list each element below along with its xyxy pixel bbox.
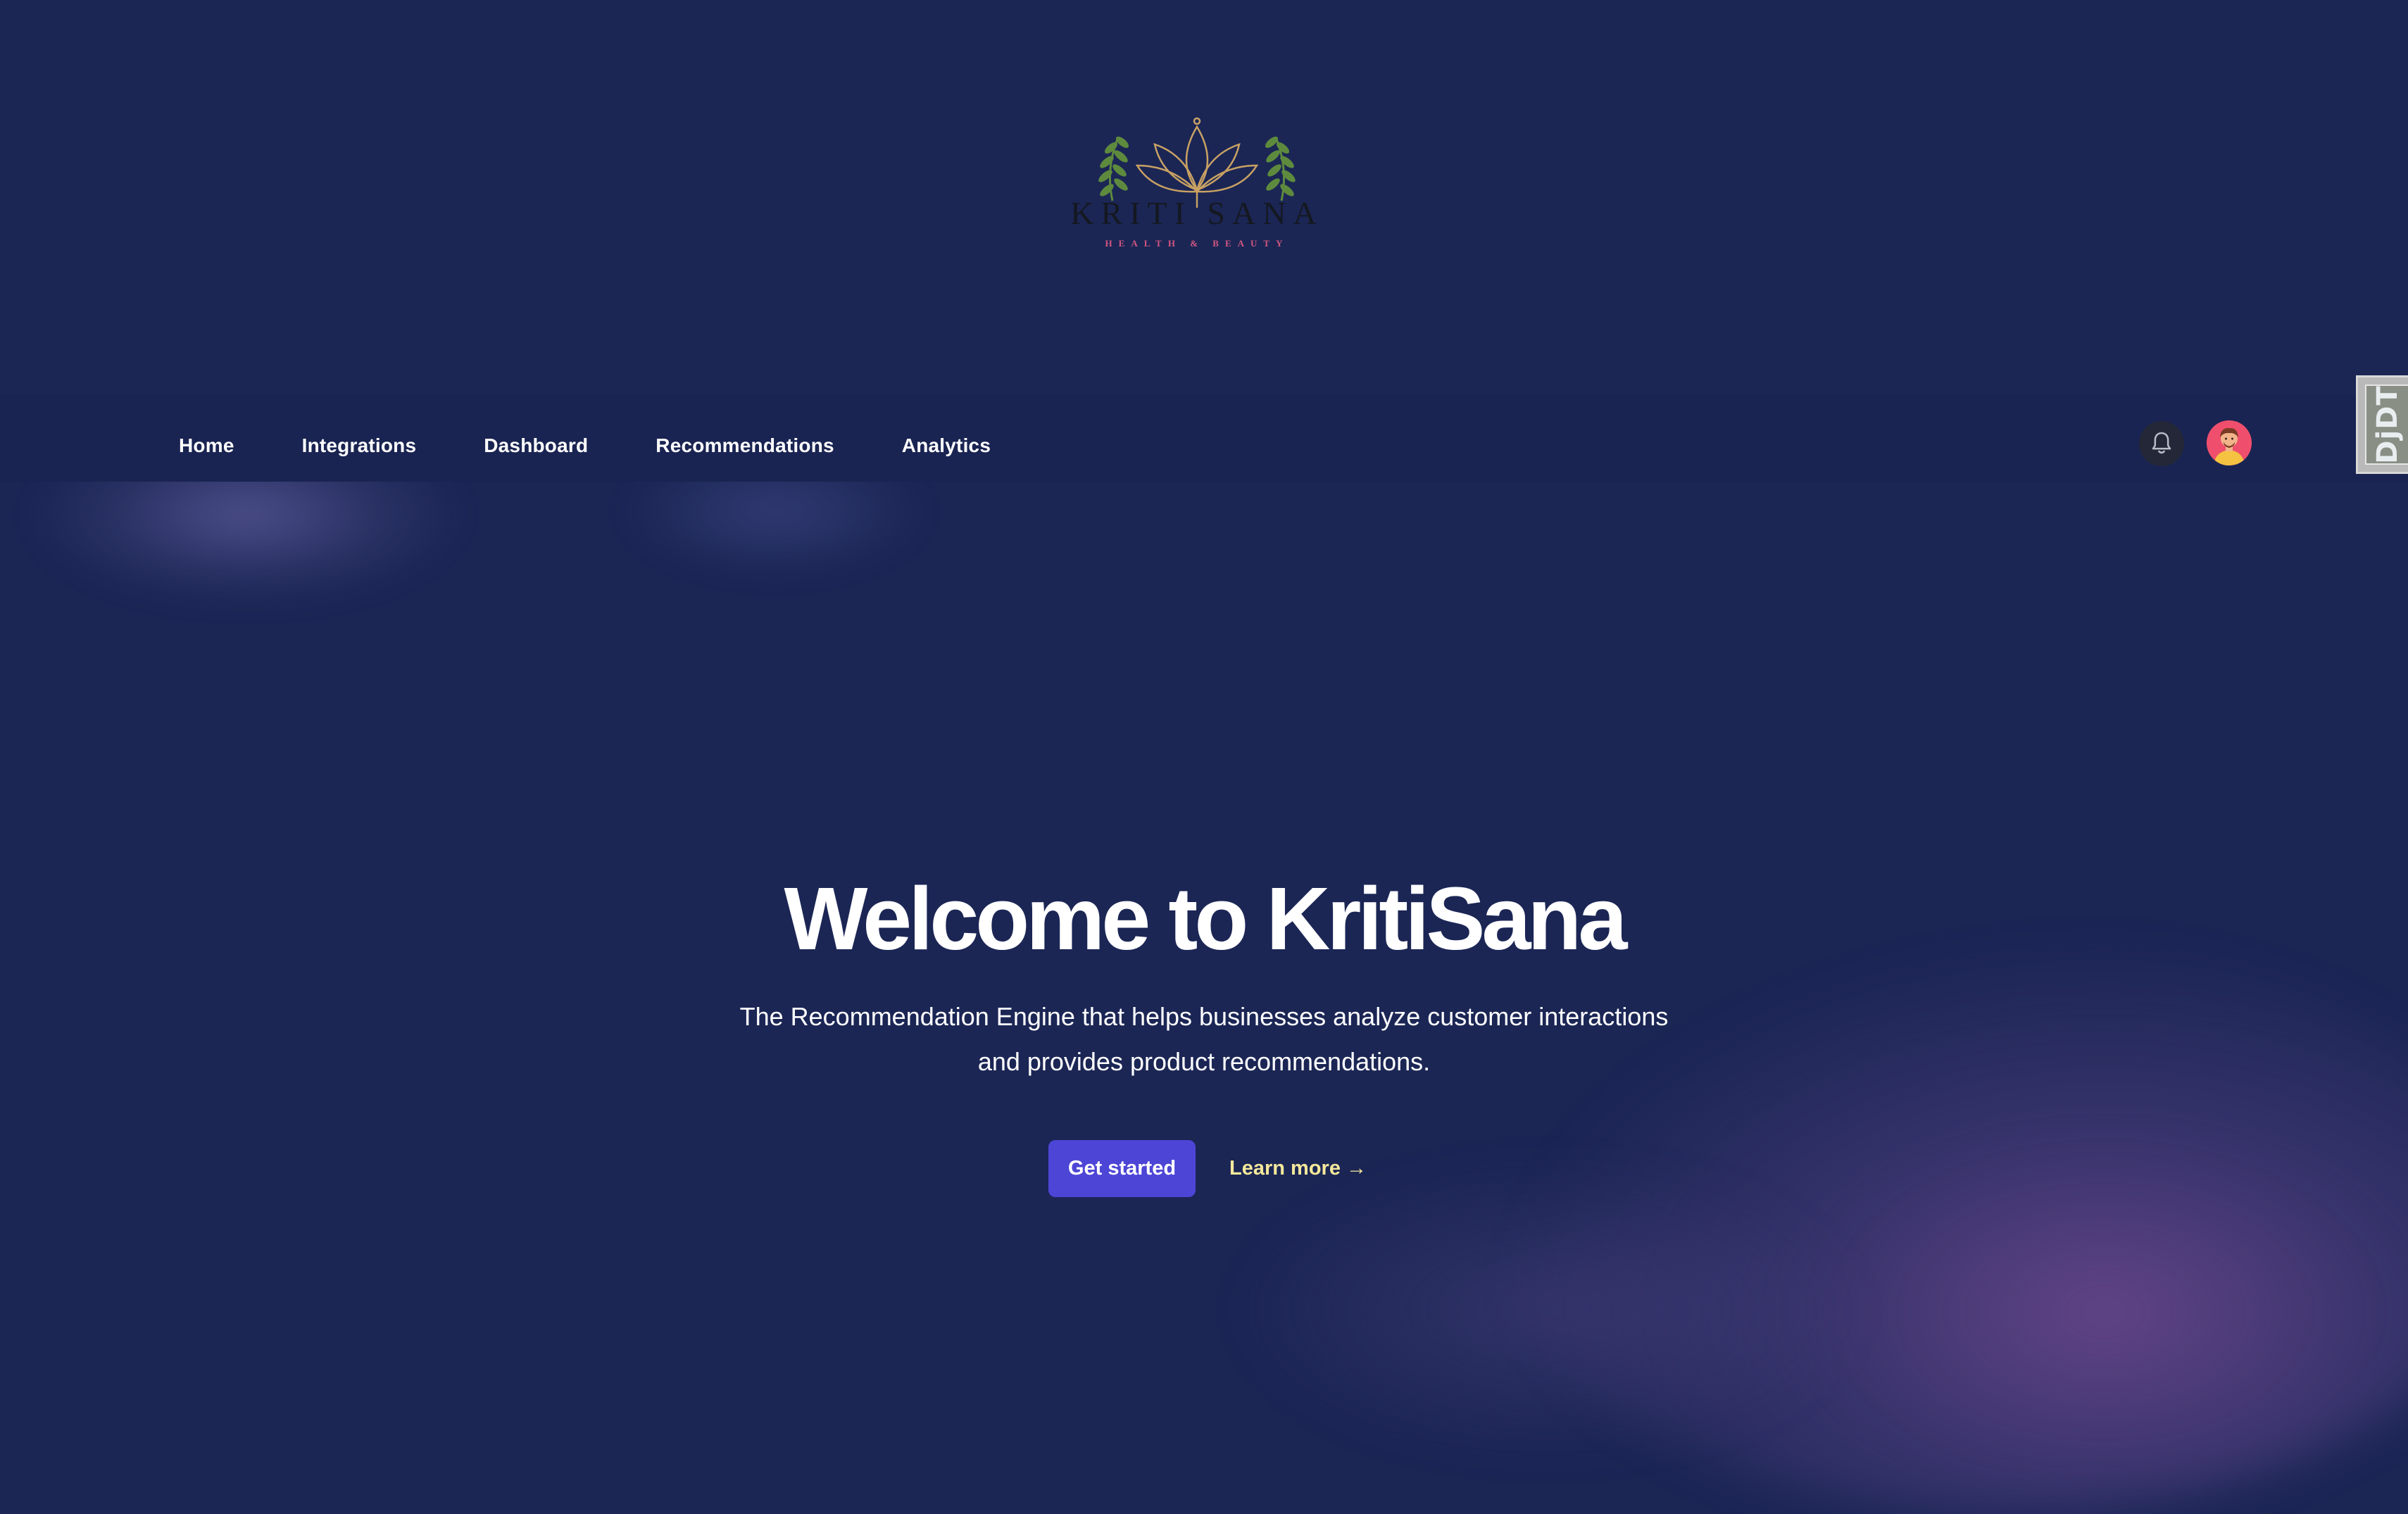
notifications-button[interactable] [2139, 421, 2184, 466]
laurel-right-icon [1265, 136, 1296, 201]
logo-tagline: HEALTH & BEAUTY [1105, 238, 1289, 249]
arrow-right-icon: → [1346, 1157, 1367, 1180]
get-started-button[interactable]: Get started [1048, 1140, 1196, 1197]
background-glow [1232, 1162, 1866, 1458]
learn-more-label: Learn more [1229, 1157, 1341, 1180]
nav-item-home[interactable]: Home [179, 419, 234, 457]
debug-toolbar-label: DjDT [2371, 385, 2404, 464]
hero-title: Welcome to KritiSana [784, 869, 1628, 968]
debug-toolbar-inner: DjDT [2365, 384, 2408, 465]
nav-links: Home Integrations Dashboard Recommendati… [179, 394, 1058, 482]
nav-item-recommendations[interactable]: Recommendations [656, 419, 834, 457]
nav-item-analytics[interactable]: Analytics [902, 419, 991, 457]
lotus-icon [1135, 117, 1259, 208]
user-avatar[interactable] [2207, 420, 2252, 465]
debug-toolbar-handle[interactable]: DjDT [2356, 375, 2408, 474]
top-navbar: Home Integrations Dashboard Recommendati… [0, 394, 2408, 482]
hero-subtitle: The Recommendation Engine that helps bus… [711, 994, 1697, 1084]
brand-logo[interactable]: KRITI SANA HEALTH & BEAUTY [1056, 106, 1338, 257]
nav-item-integrations[interactable]: Integrations [302, 419, 417, 457]
learn-more-link[interactable]: Learn more → [1229, 1140, 1367, 1197]
bell-icon [2152, 432, 2171, 454]
laurel-left-icon [1098, 136, 1129, 201]
hero-subtitle-line: and provides product recommendations. [977, 1047, 1431, 1076]
avatar-icon [2207, 420, 2252, 465]
nav-item-dashboard[interactable]: Dashboard [484, 419, 588, 457]
hero-subtitle-line: The Recommendation Engine that helps bus… [739, 1002, 1669, 1031]
logo-wordmark: KRITI SANA [1070, 195, 1323, 231]
